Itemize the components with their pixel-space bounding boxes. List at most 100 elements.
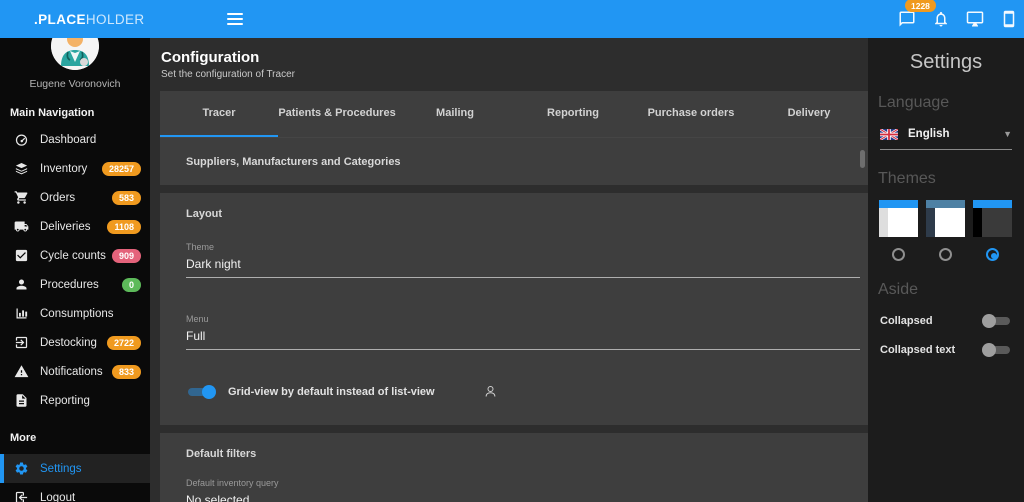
tab-bar: Tracer Patients & ProceduresMailing Report…: [160, 91, 868, 137]
tab-purchase-orders[interactable]: Purchase orders: [632, 91, 750, 137]
sidebar-item-inventory[interactable]: Inventory28257: [0, 154, 150, 183]
layout-header: Layout: [186, 208, 860, 220]
sidebar-item-label: Notifications: [40, 366, 103, 378]
theme-option-slate[interactable]: [926, 200, 965, 261]
tab-label: Reporting: [547, 107, 599, 119]
sidebar-item-procedures[interactable]: Procedures0: [0, 270, 150, 299]
theme-radio-dark[interactable]: [986, 248, 999, 261]
aside-title: Settings: [868, 51, 1024, 74]
brand-bold: .PLACE: [34, 12, 86, 27]
sidebar-item-label: Orders: [40, 192, 75, 204]
tabs-card: Tracer Patients & ProceduresMailing Report…: [160, 91, 868, 185]
theme-radio-light[interactable]: [892, 248, 905, 261]
sidebar-item-destocking[interactable]: Destocking2722: [0, 328, 150, 357]
sidebar-item-cycle-counts[interactable]: Cycle counts909: [0, 241, 150, 270]
doctor-avatar: [51, 38, 99, 70]
logout-icon: [14, 490, 30, 502]
suppliers-header: Suppliers, Manufacturers and Categories: [186, 156, 401, 168]
sidebar-item-label: Cycle counts: [40, 250, 106, 262]
tab-label: Purchase orders: [648, 107, 735, 119]
page-title: Configuration: [161, 49, 868, 66]
avatar[interactable]: [51, 38, 99, 70]
nav-more-list: Settings Logout: [0, 454, 150, 502]
sidebar-item-reporting[interactable]: Reporting: [0, 386, 150, 415]
language-value: English: [908, 128, 950, 140]
sidebar-item-label: Dashboard: [40, 134, 96, 146]
tab-label: Tracer: [202, 107, 235, 119]
sidebar: Eugene Voronovich Main Navigation Dashbo…: [0, 38, 150, 502]
phone-icon[interactable]: [1000, 10, 1018, 28]
tab-label: Delivery: [788, 107, 831, 119]
sidebar-item-label: Deliveries: [40, 221, 91, 233]
collapsed-label: Collapsed: [880, 315, 933, 327]
cart-icon: [14, 190, 30, 206]
tab-reporting[interactable]: Reporting: [514, 91, 632, 137]
checkbox-icon: [14, 248, 30, 264]
themes-section-header: Themes: [878, 170, 1024, 188]
sidebar-item-label: Reporting: [40, 395, 90, 407]
main-content: Configuration Set the configuration of T…: [150, 38, 868, 502]
settings-aside: Settings Language English ▼ Themes Aside…: [868, 38, 1024, 502]
collapsed-text-toggle[interactable]: [982, 343, 1012, 357]
sidebar-item-notifications[interactable]: Notifications833: [0, 357, 150, 386]
collapsed-text-label: Collapsed text: [880, 344, 955, 356]
tab-delivery[interactable]: Delivery: [750, 91, 868, 137]
truck-icon: [14, 219, 30, 235]
sidebar-item-label: Settings: [40, 463, 82, 475]
menu-select[interactable]: Menu Full: [186, 314, 860, 350]
sidebar-item-consumptions[interactable]: Consumptions: [0, 299, 150, 328]
sidebar-item-logout[interactable]: Logout: [0, 483, 150, 502]
theme-select[interactable]: Theme Dark night: [186, 242, 860, 278]
tab-patients-procedures[interactable]: Patients & Procedures: [278, 91, 396, 137]
count-badge: 28257: [102, 162, 141, 176]
bell-icon[interactable]: [932, 10, 950, 28]
inventory-query-value: No selected: [186, 493, 860, 502]
section-suppliers[interactable]: Suppliers, Manufacturers and Categories: [160, 137, 868, 185]
theme-label: Theme: [186, 242, 860, 252]
menu-label: Menu: [186, 314, 860, 324]
desktop-icon[interactable]: [966, 10, 984, 28]
collapsed-row: Collapsed: [880, 314, 1012, 328]
app-window: .PLACEHOLDER 1228 Eugene Voronovich Main…: [0, 0, 1024, 502]
nav-main-list: Dashboard Inventory28257 Orders 583 Deliveri…: [0, 125, 150, 415]
theme-option-dark[interactable]: [973, 200, 1012, 261]
aside-toggles: Collapsed Collapsed text: [868, 314, 1024, 357]
document-icon: [14, 393, 30, 409]
scrollbar-thumb[interactable]: [860, 150, 865, 168]
collapsed-toggle[interactable]: [982, 314, 1012, 328]
hamburger-icon[interactable]: [227, 10, 243, 28]
avatar-wrap: [0, 38, 150, 76]
inventory-icon: [14, 161, 30, 177]
brand-light: HOLDER: [86, 12, 145, 27]
inventory-query-select[interactable]: Default inventory query No selected: [186, 478, 860, 502]
language-select[interactable]: English ▼: [880, 128, 1012, 150]
count-badge: 0: [122, 278, 141, 292]
sidebar-item-orders[interactable]: Orders 583: [0, 183, 150, 212]
tab-mailing[interactable]: Mailing: [396, 91, 514, 137]
theme-option-light[interactable]: [879, 200, 918, 261]
tab-label: Patients & Procedures: [278, 107, 395, 119]
language-section-header: Language: [878, 94, 1024, 112]
filters-header: Default filters: [186, 448, 860, 460]
tab-tracer[interactable]: Tracer: [160, 91, 278, 137]
chat-icon[interactable]: 1228: [898, 10, 916, 28]
menu-value: Full: [186, 329, 860, 343]
count-badge: 2722: [107, 336, 141, 350]
sidebar-item-deliveries[interactable]: Deliveries1108: [0, 212, 150, 241]
grid-view-toggle-row: Grid-view by default instead of list-vie…: [186, 384, 860, 399]
layout-card: Layout Theme Dark night Menu Full Grid-v…: [160, 193, 868, 425]
inventory-query-label: Default inventory query: [186, 478, 860, 488]
gear-icon: [14, 461, 30, 477]
page-subtitle: Set the configuration of Tracer: [161, 69, 868, 80]
sidebar-item-settings[interactable]: Settings: [0, 454, 150, 483]
sidebar-item-dashboard[interactable]: Dashboard: [0, 125, 150, 154]
nav-section-header: Main Navigation: [0, 90, 150, 125]
grid-view-toggle[interactable]: [186, 385, 216, 399]
theme-swatch-slate: [926, 200, 965, 237]
brand-logo[interactable]: .PLACEHOLDER: [34, 12, 145, 27]
theme-radio-slate[interactable]: [939, 248, 952, 261]
uk-flag-icon: [880, 129, 898, 140]
count-badge: 583: [112, 191, 141, 205]
aside-section-header: Aside: [878, 281, 1024, 299]
theme-value: Dark night: [186, 257, 860, 271]
